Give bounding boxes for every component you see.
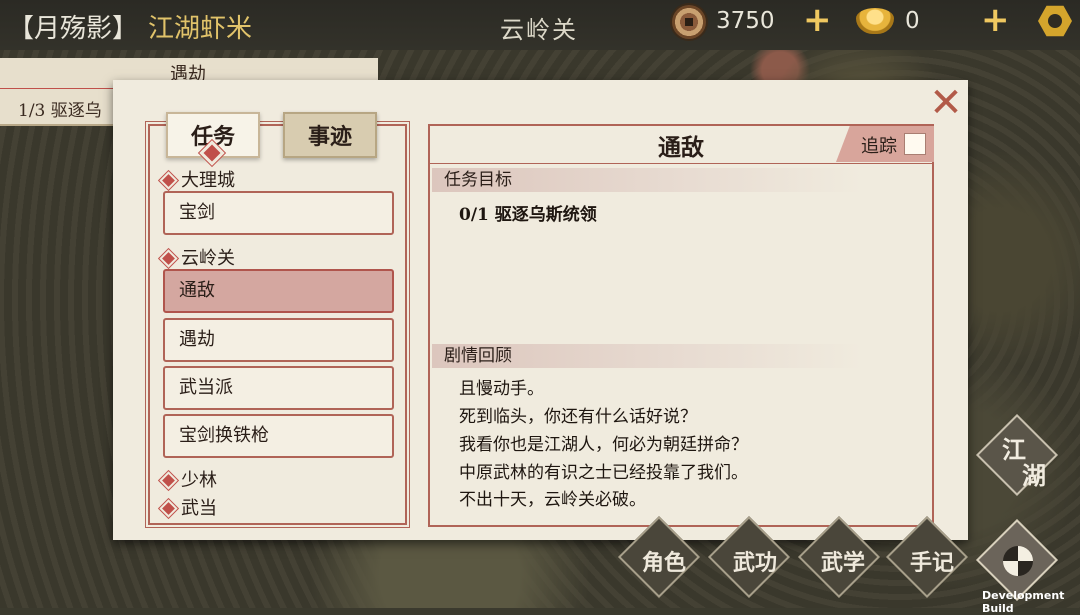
pinwheel-icon [1003,546,1033,576]
story-line: 不出十天，云岭关必破。 [459,490,646,510]
task-label: 武当派 [179,377,233,398]
location-title: 云岭关 [500,16,578,44]
tracker-objective: 1/3 驱逐乌 [18,101,102,121]
character-menu-label: 角色 [642,550,687,576]
track-label: 追踪 [861,136,897,157]
add-coins-button[interactable]: + [803,3,832,37]
story-line: 死到临头，你还有什么话好说？ [459,407,697,427]
story-header: 剧情回顾 [432,344,862,368]
jianghu-label-2: 湖 [1022,461,1046,490]
ingot-amount: 0 [905,8,920,34]
journal-menu-label: 手记 [910,550,955,576]
task-label: 通敌 [179,280,215,301]
player-rank: 江湖虾米 [148,14,253,44]
martial-arts-menu-label: 武学 [821,550,866,576]
task-label: 宝剑换铁枪 [179,425,269,446]
dev-build-label: Development Build [982,589,1065,615]
group-header-dali[interactable]: 大理城 [160,166,235,191]
martial-skills-menu-label: 武功 [733,550,778,576]
story-line: 且慢动手。 [459,379,544,399]
diamond-bullet-icon [162,251,175,265]
gold-ingot-icon [856,8,894,34]
task-item-wudangpai[interactable]: 武当派 [163,366,394,410]
top-bar: 【月殇影】 江湖虾米 云岭关 3750 + 0 + [0,0,1080,50]
objective-header: 任务目标 [432,168,862,192]
player-name: 【月殇影】 [8,14,139,44]
settings-hexagon-icon[interactable] [1038,5,1072,37]
task-item-tongdi[interactable]: 通敌 [163,269,394,313]
story-line: 我看你也是江湖人，何必为朝廷拼命？ [459,435,748,455]
diamond-bullet-icon [162,501,175,515]
group-label: 少林 [181,470,217,491]
story-line: 中原武林的有识之士已经投靠了我们。 [459,463,748,483]
group-label: 大理城 [181,170,235,191]
group-header-yunlingguan[interactable]: 云岭关 [160,244,235,269]
tab-deeds[interactable]: 事迹 [283,112,377,158]
group-header-shaolin[interactable]: 少林 [160,466,217,491]
track-checkbox[interactable] [904,133,926,155]
objective-text: 0/1 驱逐乌斯统领 [459,205,597,225]
close-icon[interactable]: ✕ [928,83,964,123]
add-ingots-button[interactable]: + [981,3,1010,37]
diamond-bullet-icon [162,173,175,187]
task-label: 遇劫 [179,329,215,350]
task-item-baojian-huan-tieqiang[interactable]: 宝剑换铁枪 [163,414,394,458]
group-label: 武当 [181,498,217,519]
task-label: 宝剑 [179,202,215,223]
diamond-bullet-icon [162,473,175,487]
group-label: 云岭关 [181,248,235,269]
task-item-yujie[interactable]: 遇劫 [163,318,394,362]
coin-icon [672,5,706,39]
group-header-wudang[interactable]: 武当 [160,494,217,519]
coin-amount: 3750 [716,8,775,34]
task-item-baojian[interactable]: 宝剑 [163,191,394,235]
title-divider [430,163,932,164]
